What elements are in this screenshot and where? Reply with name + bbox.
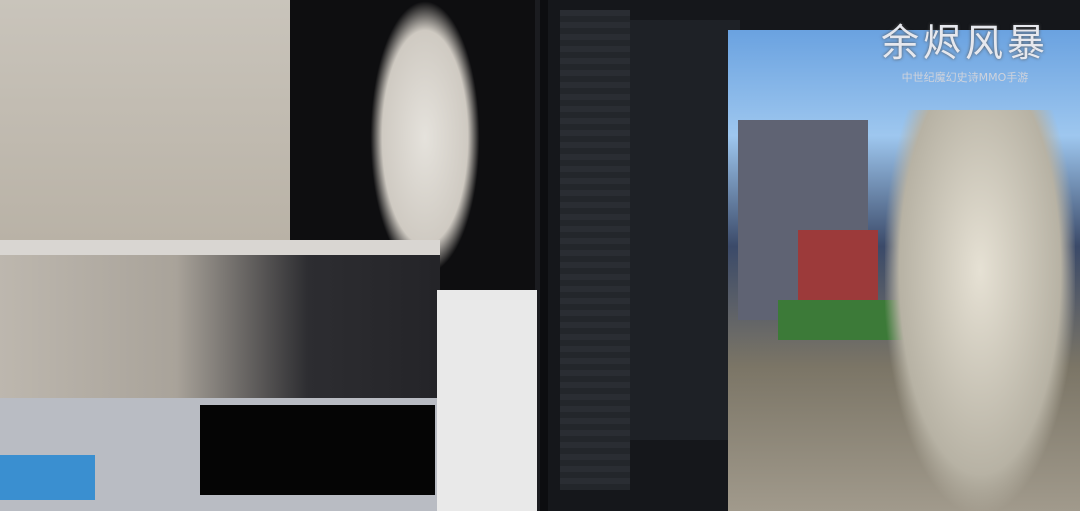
ruins-concept-art <box>0 255 440 400</box>
taskbar-highlight <box>0 455 95 500</box>
ruin-models-thumbnail <box>200 405 435 495</box>
file-browser-panel <box>437 290 537 511</box>
architecture-drawing <box>0 0 290 255</box>
scene-outliner <box>560 10 630 490</box>
game-logo: 余烬风暴 中世纪魔幻史诗MMO手游 <box>860 12 1070 85</box>
statue-model <box>370 0 480 275</box>
statue-3d <box>885 110 1075 511</box>
logo-title: 余烬风暴 <box>880 21 1049 65</box>
details-panel <box>630 20 740 440</box>
logo-subtitle: 中世纪魔幻史诗MMO手游 <box>901 71 1029 84</box>
